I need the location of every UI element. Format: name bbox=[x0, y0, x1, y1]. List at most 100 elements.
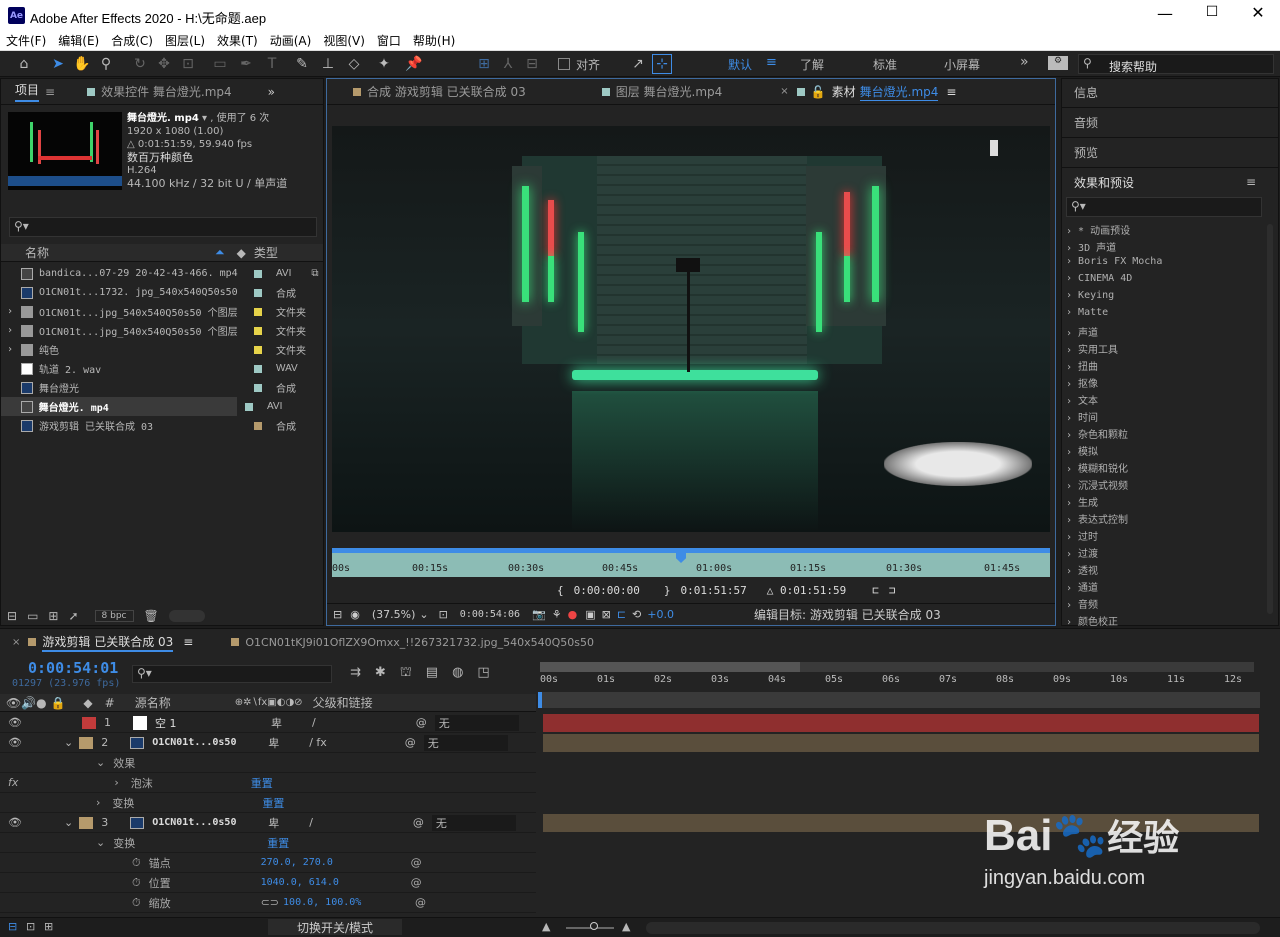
world-axis-icon[interactable]: ⅄ bbox=[498, 54, 518, 74]
snap-option-icon[interactable]: ↗ bbox=[628, 54, 648, 74]
eye-icon[interactable]: 👁 bbox=[8, 736, 22, 749]
snap-checkbox[interactable] bbox=[558, 58, 570, 70]
expand-panels-icon[interactable]: » bbox=[268, 85, 275, 99]
roto-brush-tool-icon[interactable]: ✦ bbox=[374, 54, 394, 74]
list-item[interactable]: bandica...07-29 20-42-43-466. mp4 AVI ⧉ bbox=[1, 264, 319, 283]
effects-category-item[interactable]: › 模糊和锐化 bbox=[1066, 460, 1128, 475]
expand-arrow-icon[interactable]: › bbox=[1066, 447, 1078, 458]
expand-arrow-icon[interactable]: › bbox=[1066, 328, 1078, 339]
channels-icon[interactable]: ● bbox=[568, 608, 578, 621]
effects-category-item[interactable]: › 表达式控制 bbox=[1066, 511, 1128, 526]
col-type[interactable]: 类型 bbox=[254, 244, 278, 261]
interpret-footage-icon[interactable]: ⊟ bbox=[7, 609, 17, 623]
effects-category-item[interactable]: › Boris FX Mocha bbox=[1066, 256, 1162, 267]
list-item-selected[interactable]: 舞台燈光. mp4 bbox=[1, 397, 237, 416]
chevron-down-icon[interactable]: ⌄ bbox=[419, 608, 428, 621]
effects-category-item[interactable]: › 音频 bbox=[1066, 596, 1098, 611]
set-out-icon[interactable]: } bbox=[664, 584, 671, 597]
layer-row[interactable]: 👁 1 空 1 卑 / @ 无 bbox=[0, 713, 536, 733]
navigator-range[interactable] bbox=[540, 662, 800, 672]
overlay-edit-icon[interactable]: ⊏ bbox=[872, 584, 879, 597]
snap-target-icon[interactable]: ⊹ bbox=[652, 54, 672, 74]
expand-arrow-icon[interactable]: › bbox=[1066, 566, 1078, 577]
col-source-name[interactable]: 源名称 bbox=[135, 694, 171, 711]
effects-category-item[interactable]: › 过时 bbox=[1066, 528, 1098, 543]
shy-layers-icon[interactable]: ⛫ bbox=[400, 665, 412, 682]
list-item[interactable]: 舞台燈光 合成 bbox=[1, 378, 296, 397]
expand-arrow-icon[interactable]: › bbox=[1066, 498, 1078, 509]
pen-tool-icon[interactable]: ✒ bbox=[236, 54, 256, 74]
expand-arrow-icon[interactable]: › bbox=[1066, 481, 1078, 492]
minimize-button[interactable]: — bbox=[1150, 4, 1180, 26]
expression-icon[interactable]: @ bbox=[415, 896, 426, 909]
property-value[interactable]: 100.0, 100.0% bbox=[283, 897, 415, 908]
expand-arrow-icon[interactable]: › bbox=[1066, 379, 1078, 390]
zoom-in-icon[interactable]: ▲ bbox=[622, 920, 630, 933]
pick-whip-icon[interactable]: @ bbox=[413, 816, 424, 829]
in-time[interactable]: 0:00:00:00 bbox=[574, 584, 640, 597]
effects-category-item[interactable]: › 过渡 bbox=[1066, 545, 1098, 560]
new-comp-icon[interactable]: ⊞ bbox=[48, 609, 58, 623]
expand-arrow-icon[interactable]: › bbox=[7, 306, 13, 317]
tab-project[interactable]: 项目 bbox=[15, 81, 40, 102]
layer-bar[interactable] bbox=[543, 734, 1259, 752]
expand-arrow-icon[interactable]: › bbox=[7, 325, 13, 336]
property-row[interactable]: ⏱ 缩放 ⊂⊃ 100.0, 100.0% @ bbox=[0, 893, 536, 913]
expand-arrow-icon[interactable]: › bbox=[1066, 290, 1078, 301]
transparency-grid-icon[interactable]: ⊠ bbox=[602, 608, 611, 621]
composition-mini-flowchart-icon[interactable]: ⇉ bbox=[350, 665, 361, 682]
hand-tool-icon[interactable]: ✋ bbox=[72, 54, 92, 74]
layer-label-color[interactable] bbox=[79, 816, 94, 829]
list-item[interactable]: 游戏剪辑 已关联合成 03 合成 bbox=[1, 416, 296, 435]
pick-whip-icon[interactable]: @ bbox=[416, 716, 427, 729]
reset-exposure-icon[interactable]: ⟲ bbox=[632, 608, 641, 621]
bpc-button[interactable]: 8 bpc bbox=[94, 610, 134, 622]
in-out-icon[interactable]: ⊞ bbox=[44, 920, 53, 933]
audio-panel-header[interactable]: 音频 bbox=[1074, 114, 1098, 131]
tab-footage-name[interactable]: 舞台燈光.mp4 bbox=[859, 83, 939, 101]
text-tool-icon[interactable]: T bbox=[262, 54, 282, 74]
timeline-navigator[interactable] bbox=[540, 662, 1254, 672]
expand-arrow-icon[interactable]: › bbox=[1066, 464, 1078, 475]
asset-menu-icon[interactable]: ▾ bbox=[202, 113, 207, 124]
tab-footage-prefix[interactable]: 素材 bbox=[832, 83, 856, 100]
quality-switch-icon[interactable]: / fx bbox=[309, 736, 327, 749]
effects-category-item[interactable]: › 生成 bbox=[1066, 494, 1098, 509]
toggle-switches-modes[interactable]: 切换开关/模式 bbox=[268, 919, 402, 935]
effects-category-item[interactable]: › 实用工具 bbox=[1066, 341, 1118, 356]
maximize-button[interactable]: ☐ bbox=[1197, 4, 1227, 26]
effects-category-item[interactable]: › Keying bbox=[1066, 290, 1114, 301]
zoom-tool-icon[interactable]: ⚲ bbox=[96, 54, 116, 74]
time-ruler[interactable]: 00s 00:15s 00:30s 00:45s 01:00s 01:15s 0… bbox=[332, 548, 1050, 577]
panel-menu-icon[interactable]: ≡ bbox=[946, 85, 956, 99]
workspace-learn[interactable]: 了解 bbox=[800, 56, 824, 73]
new-folder-icon[interactable]: ▭ bbox=[27, 609, 38, 623]
frame-blending-icon[interactable]: ▤ bbox=[426, 665, 438, 682]
menu-window[interactable]: 窗口 bbox=[371, 32, 407, 49]
reset-link[interactable]: 重置 bbox=[262, 795, 284, 811]
panel-menu-icon[interactable]: ≡ bbox=[1246, 175, 1256, 189]
timeline-timecode[interactable]: 0:00:54:01 bbox=[28, 659, 118, 677]
col-name[interactable]: 名称 bbox=[25, 244, 215, 261]
panel-menu-icon[interactable]: ≡ bbox=[45, 85, 55, 99]
expand-arrow-icon[interactable]: › bbox=[1066, 413, 1078, 424]
layer-name[interactable]: O1CN01t...0s50 bbox=[152, 817, 252, 828]
draft-3d-icon[interactable]: ✱ bbox=[375, 665, 386, 682]
stopwatch-icon[interactable]: ⏱ bbox=[132, 896, 141, 910]
property-row[interactable]: ⏱ 位置 1040.0, 614.0 @ bbox=[0, 873, 536, 893]
expand-arrow-icon[interactable]: › bbox=[1066, 307, 1078, 318]
more-workspaces-icon[interactable]: » bbox=[1020, 54, 1029, 70]
expand-arrow-icon[interactable]: › bbox=[1066, 430, 1078, 441]
effects-scrollbar[interactable] bbox=[1267, 224, 1273, 614]
list-item[interactable]: › O1CN01t...jpg_540x540Q50s50 个图层 文件夹 bbox=[1, 302, 306, 321]
transfer-controls-icon[interactable]: ⊡ bbox=[26, 920, 35, 933]
layer-name[interactable]: O1CN01t...0s50 bbox=[152, 737, 252, 748]
property-value[interactable]: 1040.0, 614.0 bbox=[261, 877, 411, 888]
safe-margins-icon[interactable]: ⊡ bbox=[439, 608, 448, 621]
menu-help[interactable]: 帮助(H) bbox=[407, 32, 461, 49]
expression-icon[interactable]: @ bbox=[411, 856, 422, 869]
expand-arrow-icon[interactable]: › bbox=[1066, 256, 1078, 267]
transform-group-row[interactable]: ⌄ 变换 重置 bbox=[0, 833, 536, 853]
eraser-tool-icon[interactable]: ◇ bbox=[344, 54, 364, 74]
effects-category-item[interactable]: › 通道 bbox=[1066, 579, 1098, 594]
